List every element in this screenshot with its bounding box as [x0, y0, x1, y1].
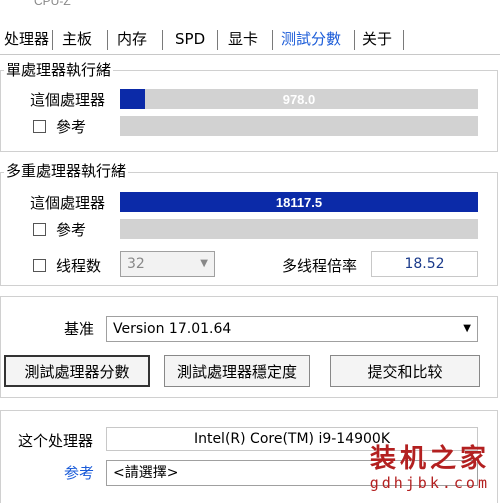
watermark-title: 装机之家	[369, 444, 490, 474]
ratio-value: 18.52	[404, 256, 445, 272]
tab-bar: 处理器 主板 内存 SPD 显卡 测試分數 关于	[0, 24, 500, 55]
compare-reference-link[interactable]: 参考	[64, 462, 94, 483]
tab-spd[interactable]: SPD	[171, 24, 209, 54]
tab-bench[interactable]: 测試分數	[277, 24, 345, 54]
multi-reference-checkbox[interactable]	[33, 223, 46, 236]
threads-select[interactable]: 32 ▼	[120, 251, 215, 277]
ratio-label: 多线程倍率	[282, 257, 358, 275]
tab-mainboard[interactable]: 主板	[58, 24, 96, 54]
threads-checkbox[interactable]	[33, 259, 46, 272]
tab-separator	[403, 30, 404, 50]
watermark-url: gdhjbk.com	[369, 474, 490, 492]
multi-thread-bar: 18117.5	[120, 192, 478, 212]
watermark: 装机之家 gdhjbk.com	[370, 444, 490, 492]
benchmark-version-value: Version 17.01.64	[113, 321, 232, 337]
compare-reference-value: <請選擇>	[113, 465, 179, 481]
compare-this-processor-label: 这个处理器	[18, 432, 94, 450]
compare-this-processor-value: Intel(R) Core(TM) i9-14900K	[193, 431, 391, 447]
single-thread-bar: 978.0	[120, 89, 478, 109]
tab-processor[interactable]: 处理器	[0, 24, 53, 54]
threads-label: 线程数	[56, 257, 102, 275]
benchmark-version-select[interactable]: Version 17.01.64 ▼	[106, 316, 478, 342]
tab-graphics[interactable]: 显卡	[224, 24, 262, 54]
threads-value: 32	[127, 256, 145, 272]
tab-separator	[272, 30, 273, 50]
multi-thread-label: 多重處理器執行緒	[4, 160, 129, 181]
multi-thread-score: 18117.5	[275, 194, 323, 210]
multi-reference-label: 參考	[56, 221, 87, 239]
chevron-down-icon: ▼	[200, 258, 208, 269]
bench-cpu-button[interactable]: 測試處理器分數	[4, 355, 150, 387]
benchmark-label: 基准	[64, 320, 95, 338]
tab-separator	[107, 30, 108, 50]
title-bar: CPU-Z	[0, 0, 500, 22]
tab-separator	[354, 30, 355, 50]
chevron-down-icon: ▼	[463, 323, 471, 334]
tab-memory[interactable]: 内存	[113, 24, 151, 54]
multi-this-processor-label: 這個處理器	[30, 194, 106, 212]
single-this-processor-label: 這個處理器	[30, 91, 106, 109]
stress-cpu-button[interactable]: 測試處理器穩定度	[164, 355, 310, 387]
single-thread-score: 978.0	[282, 91, 316, 107]
tab-separator	[217, 30, 218, 50]
single-reference-label: 參考	[56, 118, 87, 136]
multi-reference-bar	[120, 219, 478, 239]
single-reference-bar	[120, 116, 478, 136]
single-reference-checkbox[interactable]	[33, 120, 46, 133]
tab-separator	[52, 30, 53, 50]
tab-about[interactable]: 关于	[358, 24, 396, 54]
window-title: CPU-Z	[34, 0, 71, 8]
ratio-field: 18.52	[371, 251, 478, 277]
single-thread-group	[0, 70, 498, 152]
tab-separator	[162, 30, 163, 50]
submit-compare-button[interactable]: 提交和比较	[330, 355, 480, 387]
single-thread-label: 單處理器執行緒	[4, 59, 114, 80]
